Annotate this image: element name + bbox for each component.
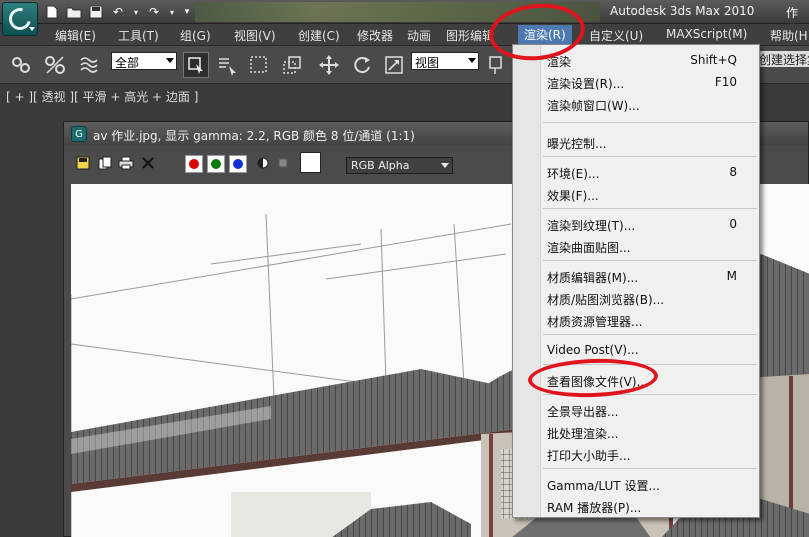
green-channel-toggle[interactable]	[207, 155, 225, 173]
blue-dot-icon	[233, 159, 243, 169]
max-logo-icon: G	[71, 126, 87, 142]
rectangular-selection-region-icon[interactable]	[246, 52, 272, 78]
channel-display-dropdown[interactable]: RGB Alpha	[346, 157, 453, 174]
select-and-rotate-icon[interactable]	[349, 52, 375, 78]
menu-item-print-size-wizard[interactable]: 打印大小助手...	[513, 444, 759, 464]
menu-edit[interactable]: 编辑(E)	[55, 27, 96, 44]
clear-icon[interactable]	[140, 155, 156, 171]
channel-display-value: RGB Alpha	[351, 159, 410, 172]
unlink-selection-icon[interactable]	[42, 52, 68, 78]
menu-item-exposure-control[interactable]: 曝光控制...	[513, 132, 759, 152]
red-channel-toggle[interactable]	[185, 155, 203, 173]
menu-item-panorama-exporter[interactable]: 全景导出器...	[513, 400, 759, 420]
menu-views[interactable]: 视图(V)	[234, 27, 276, 44]
color-swatch[interactable]	[300, 152, 321, 173]
menu-item-material-explorer[interactable]: 材质资源管理器...	[513, 310, 759, 330]
print-icon[interactable]	[118, 155, 134, 171]
chevron-down-icon	[468, 58, 476, 63]
menu-maxscript[interactable]: MAXScript(M)	[666, 27, 747, 41]
menu-group[interactable]: 组(G)	[180, 27, 211, 44]
monochrome-icon[interactable]	[275, 155, 291, 171]
window-crossing-icon[interactable]	[279, 52, 305, 78]
menu-item-effects[interactable]: 效果(F)...	[513, 184, 759, 204]
menu-separator	[543, 208, 757, 209]
undo-dropdown-icon[interactable]: ▾	[132, 5, 140, 19]
menu-separator	[543, 156, 757, 157]
menu-separator	[543, 334, 757, 335]
undo-icon[interactable]: ↶	[110, 5, 126, 19]
menu-separator	[543, 468, 757, 469]
select-by-name-icon[interactable]	[214, 52, 240, 78]
reference-coordinate-dropdown[interactable]: 视图	[411, 52, 479, 70]
rendering-menu-dropdown: 渲染 Shift+Q 渲染设置(R)... F10 渲染帧窗口(W)... 曝光控制…	[512, 44, 760, 518]
quick-access-toolbar: ↶ ▾ ↷ ▾ ▾	[44, 3, 192, 21]
menu-item-batch-render[interactable]: 批处理渲染...	[513, 422, 759, 442]
menu-item-render-surface-map[interactable]: 渲染曲面贴图...	[513, 236, 759, 256]
chevron-down-icon	[29, 27, 35, 31]
menu-item-material-editor[interactable]: 材质编辑器(M)... M	[513, 266, 759, 286]
new-file-icon[interactable]	[44, 5, 60, 19]
open-folder-icon[interactable]	[66, 5, 82, 19]
selection-filter-dropdown[interactable]: 全部	[111, 52, 177, 70]
alpha-channel-icon[interactable]	[255, 155, 271, 171]
title-bar: ↶ ▾ ↷ ▾ ▾ Autodesk 3ds Max 2010 作业	[0, 0, 809, 37]
select-and-move-icon[interactable]	[316, 52, 342, 78]
menu-create[interactable]: 创建(C)	[298, 27, 340, 44]
redo-icon[interactable]: ↷	[146, 5, 162, 19]
menu-modifiers[interactable]: 修改器	[357, 27, 393, 44]
app-title: Autodesk 3ds Max 2010	[610, 4, 755, 18]
redo-dropdown-icon[interactable]: ▾	[168, 5, 176, 19]
blue-channel-toggle[interactable]	[229, 155, 247, 173]
menu-item-render-setup[interactable]: 渲染设置(R)... F10	[513, 72, 759, 92]
green-dot-icon	[211, 159, 221, 169]
bind-to-space-warp-icon[interactable]	[76, 52, 102, 78]
menu-item-video-post[interactable]: Video Post(V)...	[513, 340, 759, 360]
select-object-icon[interactable]	[183, 52, 209, 78]
pivot-center-icon[interactable]	[483, 52, 509, 78]
save-image-icon[interactable]	[75, 155, 91, 171]
menu-customize[interactable]: 自定义(U)	[589, 27, 643, 44]
menu-item-material-map-browser[interactable]: 材质/贴图浏览器(B)...	[513, 288, 759, 308]
image-window-title: av 作业.jpg, 显示 gamma: 2.2, RGB 颜色 8 位/通道 …	[93, 129, 415, 143]
menu-item-render-to-texture[interactable]: 渲染到纹理(T)... 0	[513, 214, 759, 234]
app-menu-button[interactable]	[2, 2, 38, 36]
select-and-scale-icon[interactable]	[381, 52, 407, 78]
clone-window-icon[interactable]	[97, 155, 113, 171]
menu-separator	[543, 260, 757, 261]
chevron-down-icon	[441, 163, 449, 168]
named-selection-set-field[interactable]: 创建选择集	[757, 51, 809, 67]
customize-toolbar-icon[interactable]: ▾	[182, 5, 192, 19]
chevron-down-icon	[166, 58, 174, 63]
save-icon[interactable]	[88, 5, 104, 19]
menu-item-gamma-lut-setup[interactable]: Gamma/LUT 设置...	[513, 474, 759, 494]
red-dot-icon	[189, 159, 199, 169]
menu-item-environment[interactable]: 环境(E)... 8	[513, 162, 759, 182]
reference-coordinate-value: 视图	[415, 56, 440, 70]
menu-item-rendered-frame-window[interactable]: 渲染帧窗口(W)...	[513, 94, 759, 114]
selection-filter-value: 全部	[115, 56, 140, 70]
menu-help[interactable]: 帮助(H)	[770, 27, 809, 44]
menu-separator	[543, 122, 757, 123]
menu-animation[interactable]: 动画	[407, 27, 431, 44]
menu-item-ram-player[interactable]: RAM 播放器(P)...	[513, 496, 759, 516]
menu-bar: 编辑(E) 工具(T) 组(G) 视图(V) 创建(C) 修改器 动画 图形编辑…	[0, 24, 809, 46]
select-and-link-icon[interactable]	[8, 52, 34, 78]
viewport-label[interactable]: [ + ][ 透视 ][ 平滑 + 高光 + 边面 ]	[6, 88, 198, 105]
menu-tools[interactable]: 工具(T)	[118, 27, 159, 44]
